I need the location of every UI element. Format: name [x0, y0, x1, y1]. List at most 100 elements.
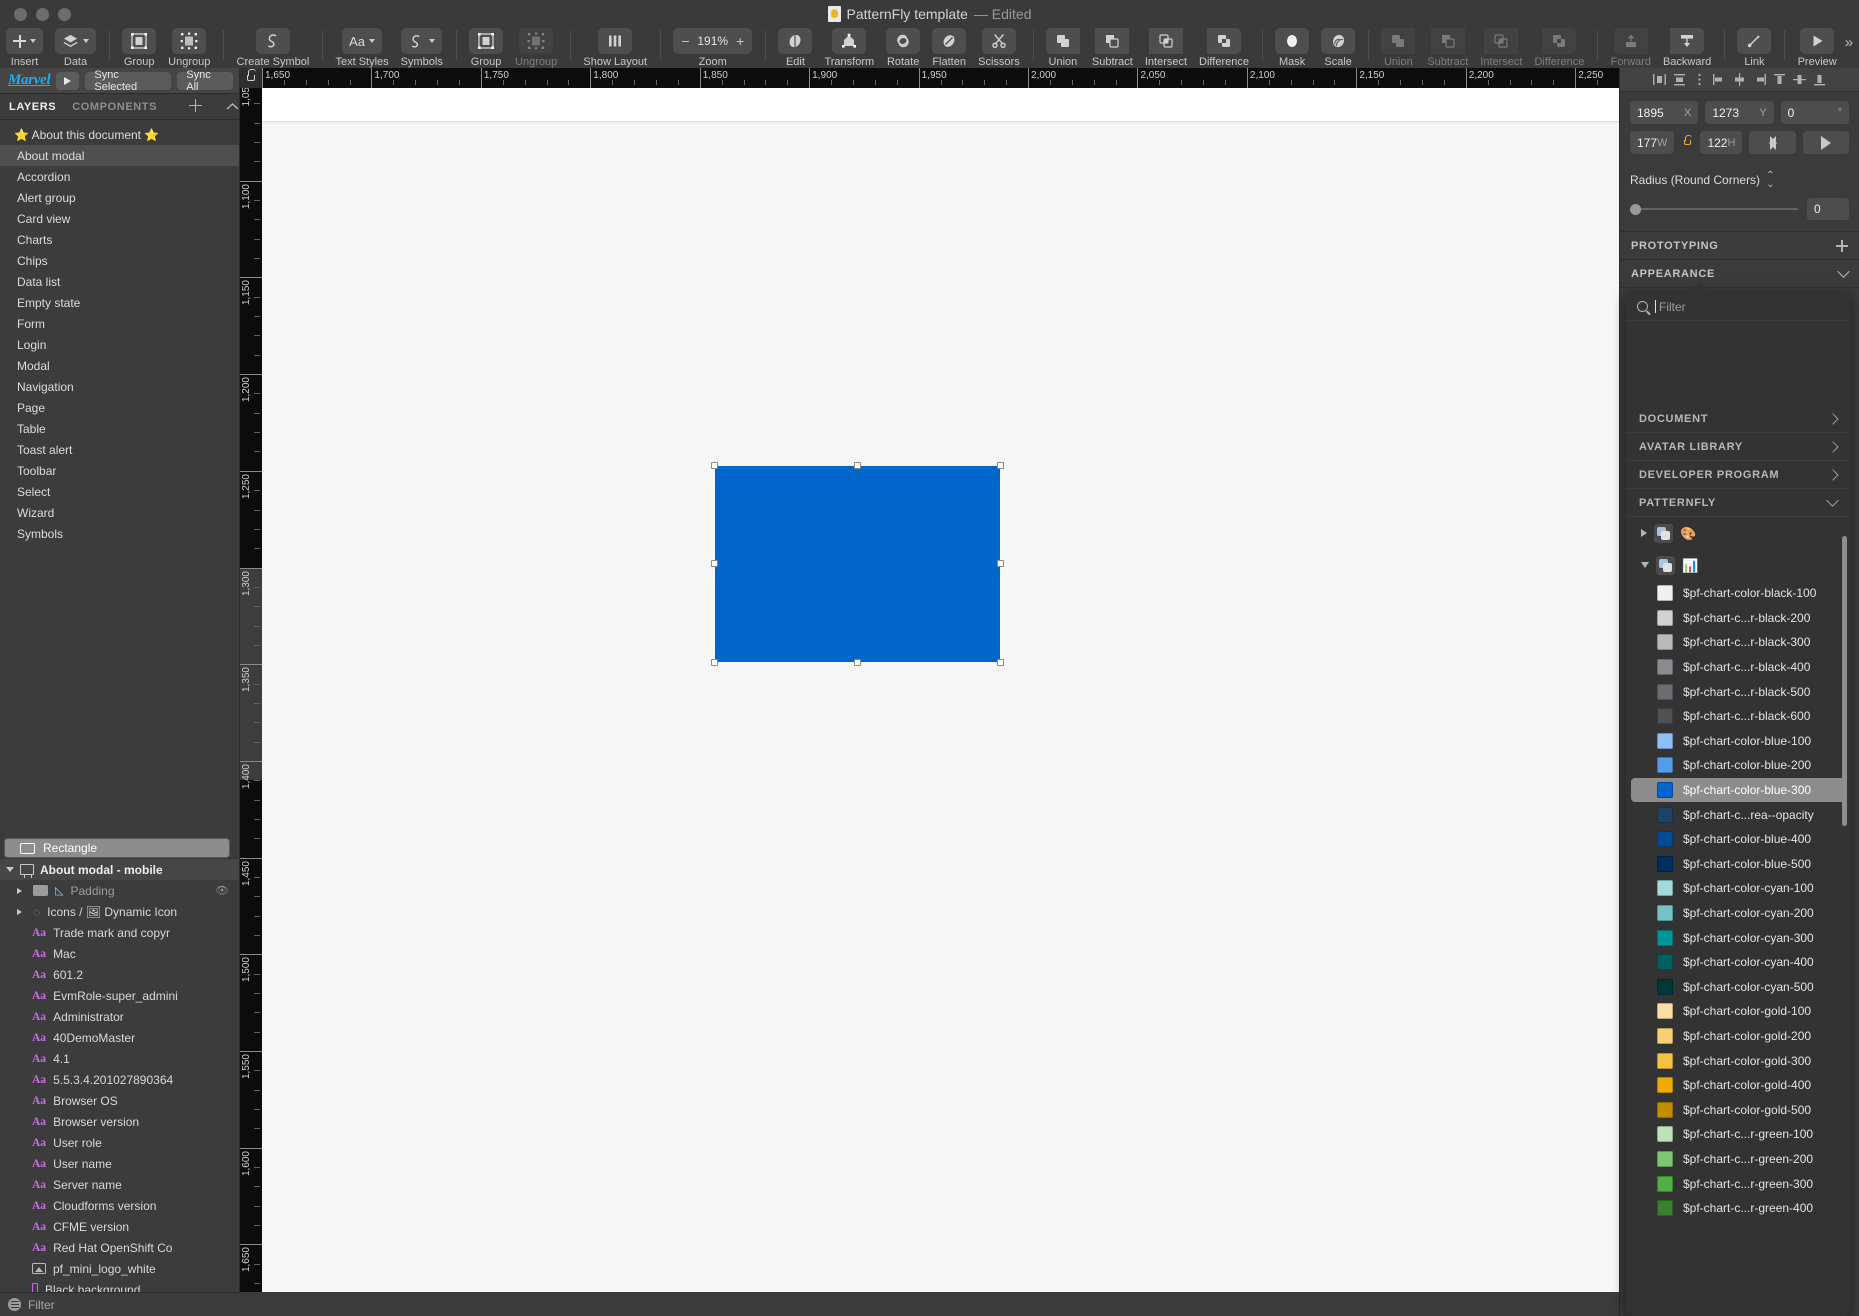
subtract-icon[interactable] [1431, 28, 1465, 54]
stepper-icon[interactable]: ⌃⌄ [1766, 171, 1774, 189]
distribute-icon[interactable] [1691, 71, 1708, 88]
color-swatch-row[interactable]: $pf-chart-color-blue-300 [1631, 778, 1845, 803]
marvel-play-button[interactable] [56, 72, 79, 90]
toolbar-item-union[interactable]: Union [1375, 28, 1421, 68]
flip-horizontal-button[interactable] [1749, 131, 1795, 154]
vertical-ruler[interactable]: 1,051,1001,1501,2001,2501,3001,3501,4001… [240, 88, 262, 1292]
toolbar-item-intersect[interactable]: Intersect [1474, 28, 1528, 68]
chevron-right-icon[interactable] [1827, 469, 1838, 480]
artboard-item-about-this-document[interactable]: ⭐ About this document ⭐ [0, 124, 239, 145]
toolbar-item-ungroup[interactable]: Ungroup [162, 28, 216, 68]
popover-filter-input[interactable]: Filter [1659, 300, 1686, 314]
toolbar-item-mask[interactable]: Mask [1269, 28, 1315, 68]
toolbar-item-difference[interactable]: Difference [1528, 28, 1590, 68]
color-swatch-row[interactable]: $pf-chart-c...r-green-300 [1626, 1171, 1850, 1196]
artboard-item-login[interactable]: Login [0, 334, 239, 355]
artboard-item-form[interactable]: Form [0, 313, 239, 334]
visibility-toggle-icon[interactable]: 👁 [215, 884, 229, 897]
artboard-item-symbols[interactable]: Symbols [0, 523, 239, 544]
layer-item[interactable]: AaAdministrator [0, 1006, 239, 1027]
chevron-right-icon[interactable] [17, 909, 22, 915]
y-field[interactable]: 1273 Y [1705, 101, 1773, 124]
toolbar-item-union[interactable]: Union [1040, 28, 1086, 68]
ungroup-icon[interactable] [172, 28, 206, 54]
color-swatch-row[interactable]: $pf-chart-c...rea--opacity [1626, 802, 1850, 827]
color-swatch-row[interactable]: $pf-chart-color-cyan-500 [1626, 975, 1850, 1000]
layer-item[interactable]: Aa4.1 [0, 1048, 239, 1069]
sync-selected-button[interactable]: Sync Selected [85, 72, 171, 90]
union-icon[interactable] [1046, 28, 1080, 54]
layer-item[interactable]: AaBrowser OS [0, 1090, 239, 1111]
artboard-item-data-list[interactable]: Data list [0, 271, 239, 292]
color-swatch-row[interactable]: $pf-chart-color-cyan-300 [1626, 925, 1850, 950]
filter-input[interactable]: Filter [28, 1298, 55, 1312]
color-swatch-row[interactable]: $pf-chart-color-blue-100 [1626, 729, 1850, 754]
popover-search-row[interactable]: Filter [1626, 293, 1850, 321]
popover-library-group[interactable]: 🎨 [1626, 517, 1850, 549]
collapse-panel-icon[interactable] [226, 99, 239, 114]
align-left-icon[interactable] [1651, 71, 1668, 88]
resize-handle-se[interactable] [997, 659, 1004, 666]
rotate-icon[interactable] [886, 28, 920, 54]
artboard-item-modal[interactable]: Modal [0, 355, 239, 376]
toolbar-item-backward[interactable]: Backward [1657, 28, 1717, 68]
scissors-icon[interactable] [982, 28, 1016, 54]
toolbar-item-preview[interactable]: Preview [1792, 28, 1843, 68]
layer-item[interactable]: AaTrade mark and copyr [0, 922, 239, 943]
difference-icon[interactable] [1207, 28, 1241, 54]
resize-handle-s[interactable] [854, 659, 861, 666]
chevron-right-icon[interactable] [17, 888, 22, 894]
scale-icon[interactable] [1321, 28, 1355, 54]
difference-icon[interactable] [1542, 28, 1576, 54]
layer-item[interactable]: AaUser name [0, 1153, 239, 1174]
toolbar-item-data[interactable]: Data [49, 28, 102, 68]
intersect-icon[interactable] [1149, 28, 1183, 54]
layer-group-header[interactable]: About modal - mobile [0, 858, 239, 880]
selected-rectangle[interactable] [715, 466, 1000, 662]
zoom-in-button[interactable]: + [736, 34, 744, 48]
toolbar-overflow-button[interactable]: » [1843, 28, 1859, 51]
chevron-down-icon[interactable] [1641, 562, 1649, 568]
color-swatch-row[interactable]: $pf-chart-c...r-green-400 [1626, 1196, 1850, 1221]
toolbar-item-scale[interactable]: Scale [1315, 28, 1361, 68]
plus-icon[interactable] [1836, 240, 1848, 252]
layers-dropdown-icon[interactable] [55, 28, 96, 54]
flatten-icon[interactable] [932, 28, 966, 54]
chevron-down-icon[interactable] [1837, 265, 1850, 278]
resize-handle-ne[interactable] [997, 462, 1004, 469]
toolbar-item-symbols[interactable]: Symbols [395, 28, 449, 68]
proportion-lock-button[interactable] [1681, 140, 1693, 145]
layer-item[interactable]: AaMac [0, 943, 239, 964]
window-controls[interactable] [0, 8, 71, 21]
color-swatch-row[interactable]: $pf-chart-c...r-green-200 [1626, 1147, 1850, 1172]
design-canvas[interactable] [262, 88, 1619, 1292]
artboard-item-about-modal[interactable]: About modal [0, 145, 239, 166]
artboard-item-empty-state[interactable]: Empty state [0, 292, 239, 313]
artboard-item-toast-alert[interactable]: Toast alert [0, 439, 239, 460]
toolbar-item-subtract[interactable]: Subtract [1086, 28, 1139, 68]
color-swatch-row[interactable]: $pf-chart-color-blue-400 [1626, 827, 1850, 852]
radius-slider-knob[interactable] [1630, 204, 1641, 215]
toolbar-item-transform[interactable]: Transform [818, 28, 880, 68]
color-swatch-row[interactable]: $pf-chart-color-cyan-200 [1626, 901, 1850, 926]
align-center-vertical-icon[interactable] [1791, 71, 1808, 88]
artboard-item-wizard[interactable]: Wizard [0, 502, 239, 523]
chevron-down-icon[interactable] [1826, 494, 1839, 507]
toolbar-item-rotate[interactable]: Rotate [880, 28, 926, 68]
artboard-item-card-view[interactable]: Card view [0, 208, 239, 229]
layer-item[interactable]: Aa601.2 [0, 964, 239, 985]
chevron-right-icon[interactable] [1827, 441, 1838, 452]
zoom-control[interactable]: −191%+ [673, 34, 752, 48]
layer-item[interactable]: pf_mini_logo_white [0, 1258, 239, 1279]
chevron-right-icon[interactable] [1827, 413, 1838, 424]
tab-components[interactable]: COMPONENTS [72, 101, 157, 113]
add-page-icon[interactable] [189, 99, 202, 115]
toolbar-item-zoom[interactable]: −191%+Zoom [667, 28, 758, 68]
color-swatch-row[interactable]: $pf-chart-color-blue-500 [1626, 852, 1850, 877]
tab-layers[interactable]: LAYERS [9, 101, 56, 113]
toolbar-item-text-styles[interactable]: AaText Styles [329, 28, 394, 68]
chevron-down-icon[interactable] [6, 867, 14, 872]
toolbar-item-edit[interactable]: Edit [772, 28, 818, 68]
color-swatch-row[interactable]: $pf-chart-color-gold-200 [1626, 1024, 1850, 1049]
layer-item[interactable]: AaServer name [0, 1174, 239, 1195]
